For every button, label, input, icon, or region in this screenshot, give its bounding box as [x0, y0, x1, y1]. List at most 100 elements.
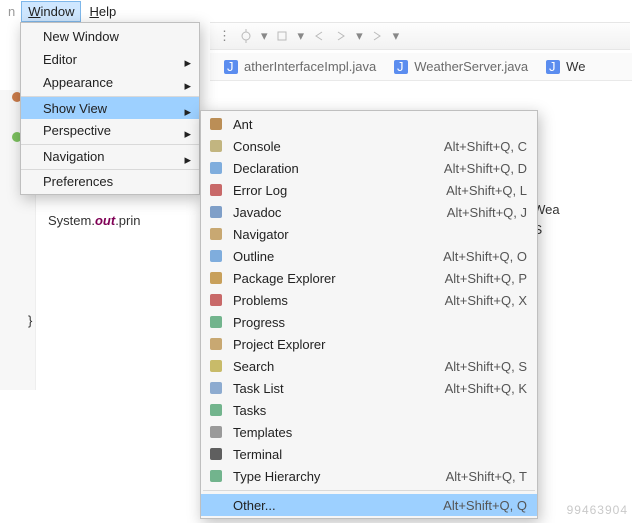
menu-item-ant[interactable]: Ant: [201, 113, 537, 135]
menubar-filler: n: [4, 4, 19, 19]
search-icon: [207, 358, 225, 374]
menu-item-navigation[interactable]: Navigation▸: [21, 144, 199, 167]
shortcut-label: Alt+Shift+Q, X: [445, 293, 527, 308]
shortcut-label: Alt+Shift+Q, K: [445, 381, 527, 396]
menu-window-label: indow: [41, 4, 75, 19]
errorlog-icon: [207, 182, 225, 198]
project-icon: [207, 336, 225, 352]
menu-item-label: Search: [233, 359, 437, 374]
submenu-arrow-icon: ▸: [184, 152, 191, 168]
menu-item-label: Outline: [233, 249, 435, 264]
menu-item-javadoc[interactable]: Javadoc Alt+Shift+Q, J: [201, 201, 537, 223]
templates-icon: [207, 424, 225, 440]
svg-text:J: J: [227, 60, 234, 74]
menu-item-label: Navigator: [233, 227, 519, 242]
toolbar: ⋮ ▾ ▾ ▾ ▾: [210, 22, 630, 50]
outline-icon: [207, 248, 225, 264]
progress-icon: [207, 314, 225, 330]
menu-item-show-view[interactable]: Show View▸: [21, 96, 199, 119]
menu-item-search[interactable]: Search Alt+Shift+Q, S: [201, 355, 537, 377]
tab-weatherserver[interactable]: J WeatherServer.java: [394, 59, 528, 74]
nav-fwd-icon[interactable]: [334, 29, 348, 43]
java-file-icon: J: [394, 60, 408, 74]
terminal-icon: [207, 446, 225, 462]
menu-item-new-window[interactable]: New Window: [21, 25, 199, 48]
menu-item-label: Package Explorer: [233, 271, 437, 286]
menu-item-package-explorer[interactable]: Package ExplorerAlt+Shift+Q, P: [201, 267, 537, 289]
show-view-submenu: Ant Console Alt+Shift+Q, C Declaration Alt+S…: [200, 110, 538, 519]
shortcut-label: Alt+Shift+Q, D: [444, 161, 527, 176]
tasklist-icon: [207, 380, 225, 396]
menu-item-navigator[interactable]: Navigator: [201, 223, 537, 245]
shortcut-label: Alt+Shift+Q, C: [444, 139, 527, 154]
menu-item-label: Error Log: [233, 183, 438, 198]
navigator-icon: [207, 226, 225, 242]
menu-item-label: Declaration: [233, 161, 436, 176]
menu-item-problems[interactable]: Problems Alt+Shift+Q, X: [201, 289, 537, 311]
tasks-icon: [207, 402, 225, 418]
nav-last-icon[interactable]: [371, 29, 385, 43]
run-icon[interactable]: [276, 29, 290, 43]
menu-item-label: Type Hierarchy: [233, 469, 438, 484]
console-icon: [207, 138, 225, 154]
menu-item-label: Console: [233, 139, 436, 154]
menu-window[interactable]: Window: [21, 1, 81, 22]
menu-item-label: Project Explorer: [233, 337, 519, 352]
menu-help-label: elp: [99, 4, 116, 19]
menu-item-templates[interactable]: Templates: [201, 421, 537, 443]
menu-item-progress[interactable]: Progress: [201, 311, 537, 333]
menu-item-appearance[interactable]: Appearance▸: [21, 71, 199, 94]
ant-icon: [207, 116, 225, 132]
tab-label: We: [566, 59, 585, 74]
dropdown-icon[interactable]: ▾: [356, 28, 363, 44]
nav-back-icon[interactable]: [312, 29, 326, 43]
problems-icon: [207, 292, 225, 308]
svg-text:J: J: [549, 60, 556, 74]
menu-item-error-log[interactable]: Error Log Alt+Shift+Q, L: [201, 179, 537, 201]
menu-item-type-hierarchy[interactable]: Type Hierarchy Alt+Shift+Q, T: [201, 465, 537, 487]
window-menu-dropdown: New Window Editor▸ Appearance▸ Show View…: [20, 22, 200, 195]
menu-item-preferences[interactable]: Preferences: [21, 169, 199, 192]
menu-item-tasks[interactable]: Tasks: [201, 399, 537, 421]
shortcut-label: Alt+Shift+Q, O: [443, 249, 527, 264]
dropdown-icon[interactable]: ▾: [261, 28, 268, 44]
package-icon: [207, 270, 225, 286]
svg-text:J: J: [397, 60, 404, 74]
tab-label: WeatherServer.java: [414, 59, 528, 74]
menu-item-task-list[interactable]: Task List Alt+Shift+Q, K: [201, 377, 537, 399]
menu-item-label: Tasks: [233, 403, 519, 418]
menu-item-editor[interactable]: Editor▸: [21, 48, 199, 71]
menu-item-perspective[interactable]: Perspective▸: [21, 119, 199, 142]
tab-we[interactable]: J We: [546, 59, 585, 74]
menu-item-outline[interactable]: Outline Alt+Shift+Q, O: [201, 245, 537, 267]
javadoc-icon: [207, 204, 225, 220]
submenu-arrow-icon: ▸: [184, 78, 191, 94]
menu-item-terminal[interactable]: Terminal: [201, 443, 537, 465]
menu-item-label: Javadoc: [233, 205, 439, 220]
menu-item-declaration[interactable]: Declaration Alt+Shift+Q, D: [201, 157, 537, 179]
java-file-icon: J: [224, 60, 238, 74]
watermark: 99463904: [567, 503, 628, 517]
menu-separator: [203, 490, 535, 491]
menu-item-label: Problems: [233, 293, 437, 308]
menubar: n Window Help: [0, 0, 632, 22]
debug-icon[interactable]: [239, 29, 253, 43]
tab-weatherinterfaceimpl[interactable]: J atherInterfaceImpl.java: [224, 59, 376, 74]
java-file-icon: J: [546, 60, 560, 74]
shortcut-label: Alt+Shift+Q, L: [446, 183, 527, 198]
menu-item-label: Task List: [233, 381, 437, 396]
dropdown-icon[interactable]: ▾: [298, 28, 305, 44]
shortcut-label: Alt+Shift+Q, J: [447, 205, 527, 220]
menu-item-console[interactable]: Console Alt+Shift+Q, C: [201, 135, 537, 157]
hierarchy-icon: [207, 468, 225, 484]
menu-item-other[interactable]: Other... Alt+Shift+Q, Q: [201, 494, 537, 516]
shortcut-label: Alt+Shift+Q, T: [446, 469, 527, 484]
shortcut-label: Alt+Shift+Q, S: [445, 359, 527, 374]
dropdown-icon[interactable]: ▾: [393, 28, 400, 44]
submenu-arrow-icon: ▸: [184, 126, 191, 142]
menu-help[interactable]: Help: [83, 2, 122, 21]
menu-item-label: Ant: [233, 117, 519, 132]
menu-item-label: Progress: [233, 315, 519, 330]
menu-item-project-explorer[interactable]: Project Explorer: [201, 333, 537, 355]
declaration-icon: [207, 160, 225, 176]
